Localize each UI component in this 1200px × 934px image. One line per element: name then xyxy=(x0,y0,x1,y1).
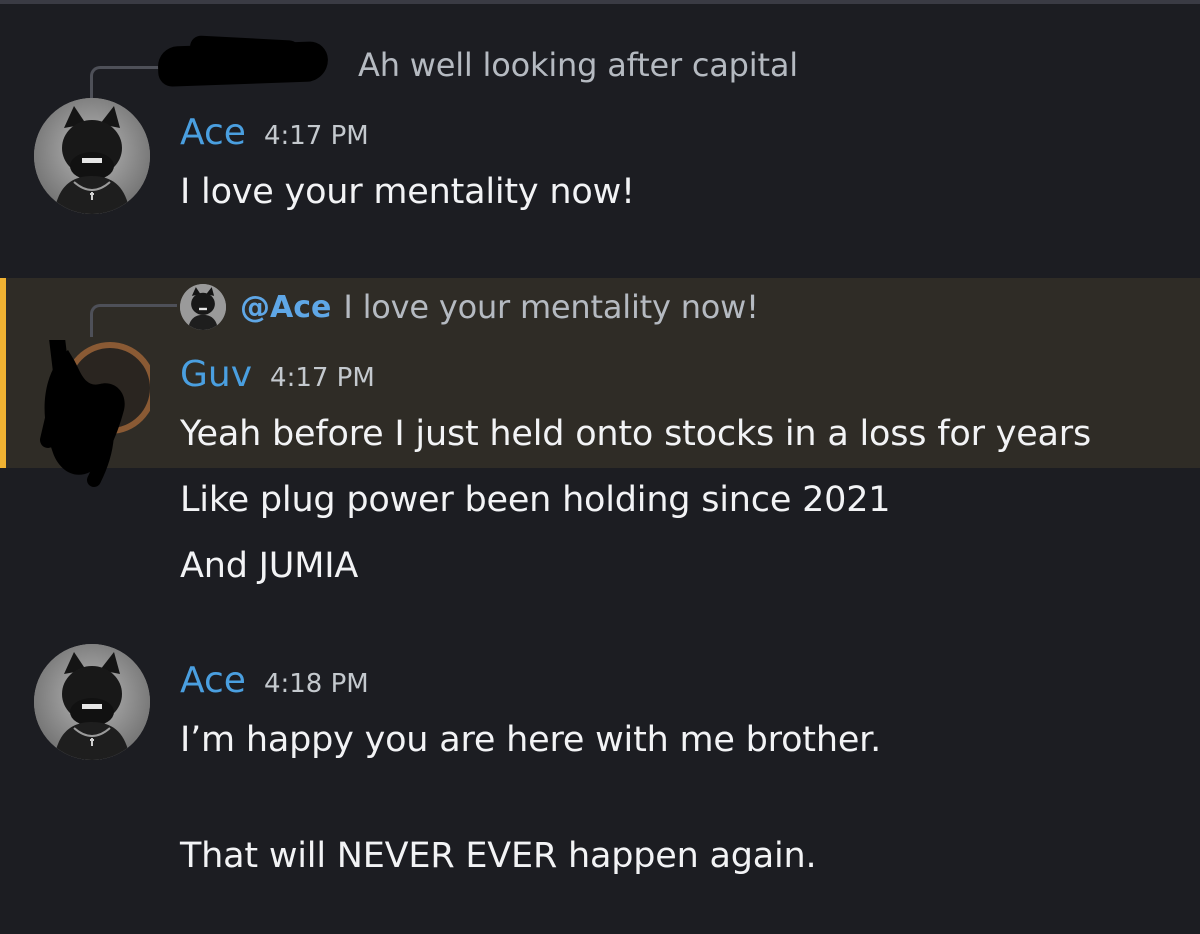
username[interactable]: Guv xyxy=(180,354,252,395)
timestamp[interactable]: 4:18 PM xyxy=(264,669,369,699)
dog-avatar-icon xyxy=(34,98,150,214)
message-text: That will NEVER EVER happen again. xyxy=(180,836,817,876)
window-top-border xyxy=(0,0,1200,4)
message-header: Ace 4:18 PM xyxy=(180,660,369,701)
avatar[interactable] xyxy=(34,98,150,214)
dog-avatar-icon xyxy=(34,644,150,760)
timestamp[interactable]: 4:17 PM xyxy=(264,121,369,151)
message-text: I’m happy you are here with me brother. xyxy=(180,720,882,760)
reply-preview[interactable]: @Ace I love your mentality now! xyxy=(180,284,759,330)
reply-preview-text: I love your mentality now! xyxy=(343,288,759,326)
reply-preview-text: Ah well looking after capital xyxy=(358,46,798,84)
dog-avatar-icon xyxy=(180,284,226,330)
timestamp[interactable]: 4:17 PM xyxy=(270,363,375,393)
reply-mention[interactable]: @Ace xyxy=(240,290,331,325)
message-text: I love your mentality now! xyxy=(180,172,635,212)
message-text: Like plug power been holding since 2021 xyxy=(180,480,891,520)
reply-avatar xyxy=(180,284,226,330)
username[interactable]: Ace xyxy=(180,660,246,701)
reply-preview[interactable]: Ah well looking after capital xyxy=(358,46,798,84)
reply-connector xyxy=(90,304,177,337)
message-text: And JUMIA xyxy=(180,546,359,586)
avatar[interactable] xyxy=(34,644,150,760)
avatar[interactable] xyxy=(34,340,150,487)
redacted-avatar-icon xyxy=(40,340,150,487)
mention-highlight-bar xyxy=(0,278,6,468)
message-text: Yeah before I just held onto stocks in a… xyxy=(180,414,1092,454)
reply-connector xyxy=(90,66,163,99)
message-header: Guv 4:17 PM xyxy=(180,354,375,395)
message-header: Ace 4:17 PM xyxy=(180,112,369,153)
username[interactable]: Ace xyxy=(180,112,246,153)
